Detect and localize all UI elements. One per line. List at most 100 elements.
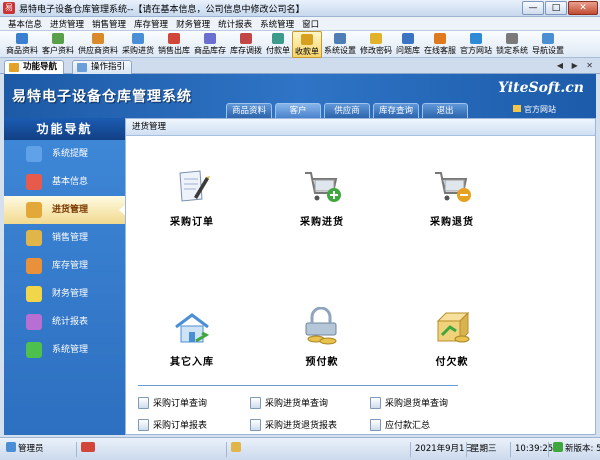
sales-icon (168, 33, 180, 44)
customer-icon (52, 33, 64, 44)
toolbar-button-settings[interactable]: 系统设置 (322, 31, 358, 58)
toolbar-button-nav-settings[interactable]: 导航设置 (530, 31, 566, 58)
toolbar-button-label: 付款单 (266, 46, 290, 55)
toolbar-button-support[interactable]: 在线客服 (422, 31, 458, 58)
toolbar-button-key[interactable]: 修改密码 (358, 31, 394, 58)
link-payables-summary[interactable]: 应付款汇总 (370, 418, 430, 432)
menu-reports[interactable]: 统计报表 (214, 17, 256, 30)
function-other-inbound[interactable]: 其它入库 (152, 307, 232, 368)
report-icon (138, 419, 149, 431)
sidebar-item-report[interactable]: 统计报表 (4, 308, 125, 336)
system-title: 易特电子设备仓库管理系统 (12, 89, 192, 105)
receipt-icon (301, 34, 313, 45)
toolbar-button-label: 系统设置 (324, 46, 356, 55)
payment-icon (272, 33, 284, 44)
status-weekday: 星期三 (466, 442, 497, 457)
tab-label: 功能导航 (23, 62, 58, 72)
toolbar-button-payment[interactable]: 付款单 (264, 31, 292, 58)
toolbar-button-label: 在线客服 (424, 46, 456, 55)
brand-logo: YiteSoft.cn (498, 80, 584, 96)
app-icon: 易 (3, 2, 15, 14)
title-bar: 易 易特电子设备仓库管理系统--【请在基本信息，公司信息中修改公司名】 — □ … (0, 0, 600, 17)
tab-function-nav[interactable]: 功能导航 (4, 60, 65, 74)
toolbar-button-label: 收款单 (295, 47, 319, 56)
settings-icon (334, 33, 346, 44)
tab-operation-guide[interactable]: 操作指引 (72, 60, 133, 74)
toolbar-button-label: 采购进货 (122, 46, 154, 55)
menu-inventory[interactable]: 库存管理 (130, 17, 172, 30)
function-prepayment[interactable]: 预付款 (282, 306, 362, 368)
tab-scroll-controls[interactable]: ◀ ▶ ✕ (557, 61, 596, 70)
banner-tab-products[interactable]: 商品资料 (226, 103, 272, 118)
toolbar: 商品资料 客户资料 供应商资料 采购进货 销售出库 商品库存 库存调拨 付款单 收款单 系统设置修… (0, 31, 600, 58)
warehouse-icon (26, 258, 42, 274)
toolbar-button-question[interactable]: 问题库 (394, 31, 422, 58)
toolbar-button-supplier[interactable]: 供应商资料 (76, 31, 120, 58)
sidebar-item-info[interactable]: 系统提醒 (4, 140, 125, 168)
report-icon (26, 314, 42, 330)
banner-tab-exit[interactable]: 退出 (422, 103, 468, 118)
banner-tab-customers[interactable]: 客户 (275, 103, 321, 118)
toolbar-button-label: 问题库 (396, 46, 420, 55)
box-icon (26, 202, 42, 218)
transfer-icon (240, 33, 252, 44)
status-user-label: 管理员 (18, 444, 44, 454)
function-label: 付欠款 (435, 357, 469, 368)
sidebar-item-label: 系统管理 (52, 345, 89, 355)
maximize-button[interactable]: □ (545, 1, 567, 15)
sidebar-item-cubes[interactable]: 基本信息 (4, 168, 125, 196)
close-button[interactable]: ✕ (568, 1, 598, 15)
toolbar-button-sales[interactable]: 销售出库 (156, 31, 192, 58)
lock-icon (506, 33, 518, 44)
official-site-link[interactable]: 官方网站 (513, 104, 556, 115)
toolbar-button-web[interactable]: 官方网站 (458, 31, 494, 58)
link-purchase-return-report[interactable]: 采购进货退货报表 (250, 418, 337, 432)
sidebar-item-box[interactable]: 进货管理 (4, 196, 126, 224)
link-purchase-order-query[interactable]: 采购订单查询 (138, 396, 207, 410)
link-purchase-receipt-query[interactable]: 采购进货单查询 (250, 396, 328, 410)
report-icon (250, 419, 261, 431)
status-user: 管理员 (2, 442, 44, 457)
toolbar-button-label: 锁定系统 (496, 46, 528, 55)
cart-add-icon (302, 167, 342, 207)
menu-purchase[interactable]: 进货管理 (46, 17, 88, 30)
link-purchase-order-report[interactable]: 采购订单报表 (138, 418, 207, 432)
sidebar-item-coins[interactable]: 财务管理 (4, 280, 125, 308)
coins-icon (26, 286, 42, 302)
cubes-icon (26, 174, 42, 190)
toolbar-button-label: 销售出库 (158, 46, 190, 55)
menu-system[interactable]: 系统管理 (256, 17, 298, 30)
menu-window[interactable]: 窗口 (298, 17, 323, 30)
toolbar-button-product[interactable]: 商品资料 (4, 31, 40, 58)
banner-tab-stock-query[interactable]: 库存查询 (373, 103, 419, 118)
sidebar-item-label: 财务管理 (52, 289, 89, 299)
toolbar-button-receipt[interactable]: 收款单 (292, 31, 322, 58)
menu-sales[interactable]: 销售管理 (88, 17, 130, 30)
status-support[interactable] (226, 442, 246, 457)
banner-tab-suppliers[interactable]: 供应商 (324, 103, 370, 118)
sidebar-item-warehouse[interactable]: 库存管理 (4, 252, 125, 280)
toolbar-button-label: 导航设置 (532, 46, 564, 55)
toolbar-button-stock[interactable]: 商品库存 (192, 31, 228, 58)
minimize-button[interactable]: — (522, 1, 544, 15)
status-chat[interactable] (76, 442, 96, 457)
link-purchase-return-query[interactable]: 采购退货单查询 (370, 396, 448, 410)
function-pay-debt[interactable]: 付欠款 (412, 307, 492, 368)
sidebar-item-chart[interactable]: 系统管理 (4, 336, 125, 364)
toolbar-button-lock[interactable]: 锁定系统 (494, 31, 530, 58)
function-label: 采购订单 (170, 217, 214, 228)
function-purchase-order[interactable]: 采购订单 (152, 167, 232, 228)
web-icon (470, 33, 482, 44)
toolbar-button-customer[interactable]: 客户资料 (40, 31, 76, 58)
stock-icon (204, 33, 216, 44)
question-icon (402, 33, 414, 44)
toolbar-button-transfer[interactable]: 库存调拨 (228, 31, 264, 58)
toolbar-button-purchase[interactable]: 采购进货 (120, 31, 156, 58)
menu-basic-info[interactable]: 基本信息 (4, 17, 46, 30)
status-time: 10:39:25 (510, 442, 553, 457)
sidebar-item-sales-box[interactable]: 销售管理 (4, 224, 125, 252)
function-purchase-receipt[interactable]: 采购进货 (282, 167, 362, 228)
function-purchase-return[interactable]: 采购退货 (412, 167, 492, 228)
menu-finance[interactable]: 财务管理 (172, 17, 214, 30)
status-version[interactable]: 新版本: 5 (548, 442, 600, 457)
